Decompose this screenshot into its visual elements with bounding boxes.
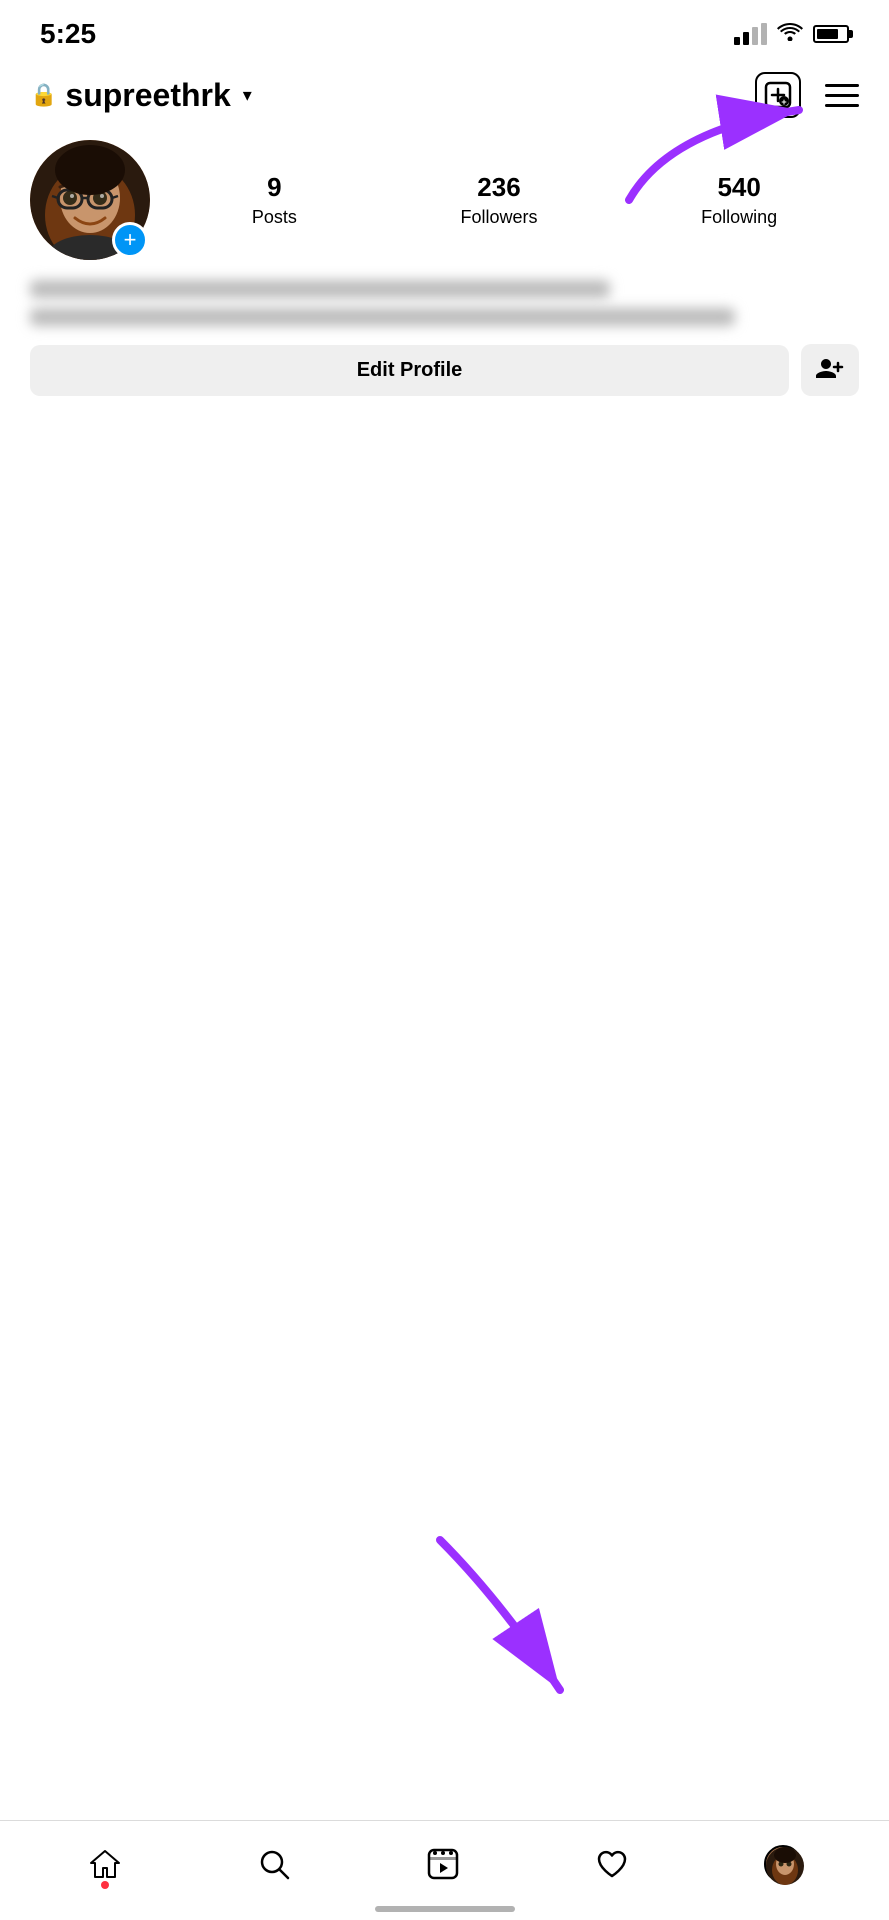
following-label: Following	[701, 207, 777, 228]
profile-section: + 9 Posts 236 Followers 540 Following Ed…	[0, 130, 889, 416]
username-text: supreethrk	[65, 77, 230, 114]
nav-profile[interactable]	[764, 1845, 802, 1883]
reels-icon	[426, 1847, 460, 1881]
followers-count: 236	[477, 172, 520, 203]
search-icon	[257, 1847, 291, 1881]
posts-label: Posts	[252, 207, 297, 228]
nav-search[interactable]	[257, 1847, 291, 1881]
posts-stat[interactable]: 9 Posts	[252, 172, 297, 228]
svg-text:+: +	[781, 97, 786, 107]
nav-dot	[101, 1881, 109, 1889]
chevron-down-icon: ▾	[243, 85, 252, 106]
signal-icon	[734, 23, 767, 45]
header: 🔒 supreethrk ▾ +	[0, 60, 889, 130]
nav-profile-avatar	[764, 1845, 802, 1883]
header-actions: +	[755, 72, 859, 118]
nav-activity[interactable]	[595, 1847, 629, 1881]
hamburger-line	[825, 94, 859, 97]
following-stat[interactable]: 540 Following	[701, 172, 777, 228]
battery-icon	[813, 25, 849, 43]
bottom-nav	[0, 1820, 889, 1920]
following-count: 540	[717, 172, 760, 203]
avatar-wrapper: +	[30, 140, 150, 260]
edit-profile-button[interactable]: Edit Profile	[30, 345, 789, 396]
wifi-icon	[777, 21, 803, 47]
add-friend-button[interactable]	[801, 344, 859, 396]
add-content-button[interactable]: +	[755, 72, 801, 118]
bio-line-2	[30, 308, 735, 326]
action-buttons: Edit Profile	[30, 344, 859, 396]
nav-reels[interactable]	[426, 1847, 460, 1881]
status-time: 5:25	[40, 18, 96, 50]
nav-home[interactable]	[88, 1847, 122, 1881]
followers-stat[interactable]: 236 Followers	[460, 172, 537, 228]
avatar-add-button[interactable]: +	[112, 222, 148, 258]
lock-icon: 🔒	[30, 82, 57, 108]
home-indicator	[375, 1906, 515, 1912]
bio-line-1	[30, 280, 610, 298]
posts-count: 9	[267, 172, 281, 203]
menu-button[interactable]	[825, 84, 859, 107]
username-area[interactable]: 🔒 supreethrk ▾	[30, 77, 252, 114]
stats-area: 9 Posts 236 Followers 540 Following	[170, 172, 859, 228]
hamburger-line	[825, 104, 859, 107]
home-icon	[88, 1847, 122, 1881]
status-icons	[734, 21, 849, 47]
bio-area	[30, 280, 859, 326]
hamburger-line	[825, 84, 859, 87]
followers-label: Followers	[460, 207, 537, 228]
heart-icon	[595, 1847, 629, 1881]
profile-top: + 9 Posts 236 Followers 540 Following	[30, 140, 859, 260]
content-area	[0, 416, 889, 1616]
status-bar: 5:25	[0, 0, 889, 60]
